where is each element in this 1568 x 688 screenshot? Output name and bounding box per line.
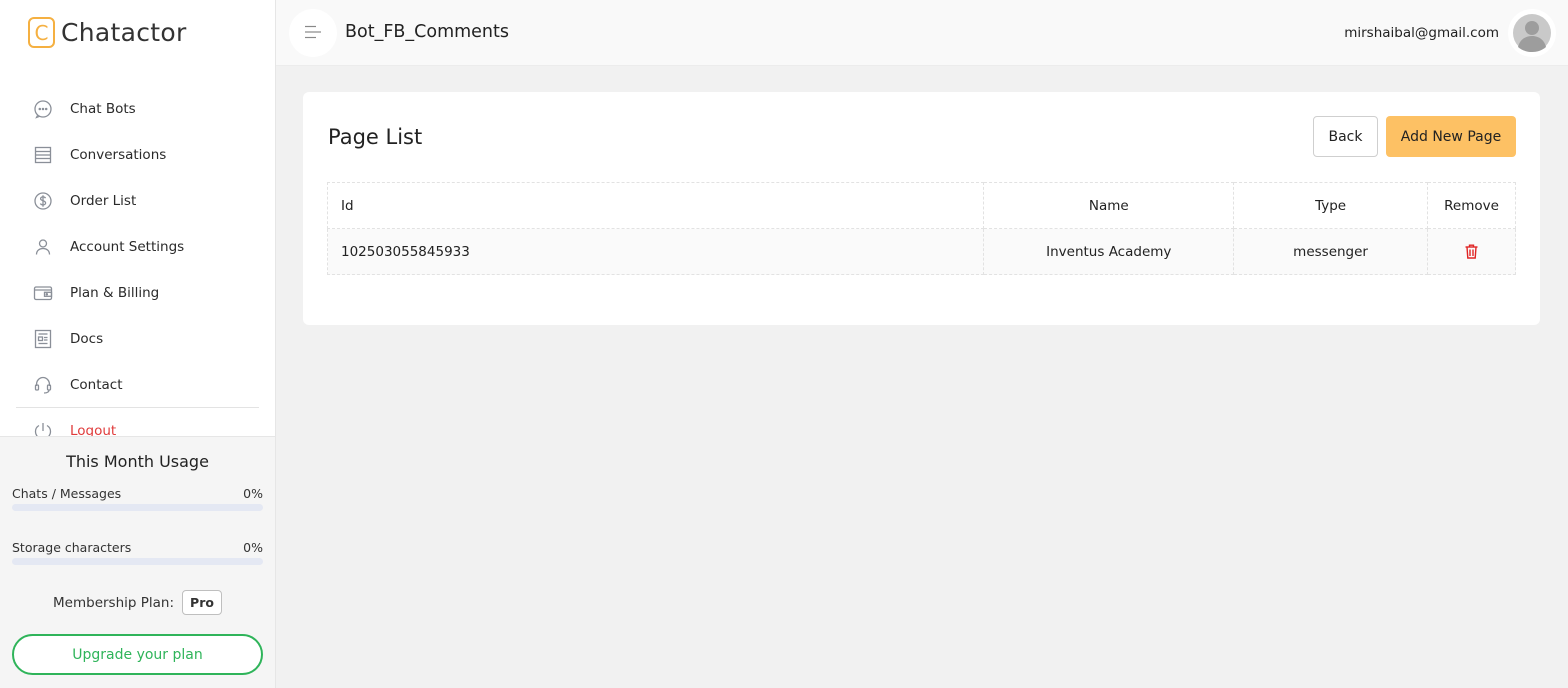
upgrade-plan-button[interactable]: Upgrade your plan <box>12 634 263 675</box>
usage-progress-bar <box>12 504 263 511</box>
avatar[interactable] <box>1508 9 1556 57</box>
document-icon <box>33 329 53 349</box>
sidebar-item-label: Chat Bots <box>70 101 136 117</box>
page-table: Id Name Type Remove 102503055845933 Inve… <box>326 182 1516 275</box>
avatar-icon <box>1513 14 1551 52</box>
back-button[interactable]: Back <box>1313 116 1378 157</box>
sidebar-item-label: Account Settings <box>70 239 185 255</box>
user-email: mirshaibal@gmail.com <box>1344 25 1499 41</box>
sidebar-item-label: Docs <box>70 331 104 347</box>
sidebar-item-order-list[interactable]: Order List <box>0 178 276 224</box>
sidebar-item-plan-billing[interactable]: Plan & Billing <box>0 270 276 316</box>
sidebar-item-label: Plan & Billing <box>70 285 160 301</box>
sidebar-item-chat-bots[interactable]: Chat Bots <box>0 86 276 132</box>
sidebar-item-label: Conversations <box>70 147 167 163</box>
cell-name: Inventus Academy <box>983 228 1235 275</box>
column-header-type: Type <box>1233 182 1429 229</box>
sidebar-nav: Chat Bots Conversations Order List Accou… <box>0 86 276 454</box>
column-header-name: Name <box>983 182 1235 229</box>
usage-label: Storage characters <box>12 540 132 555</box>
sidebar-divider <box>16 407 259 408</box>
logo-icon: C <box>28 17 55 48</box>
usage-label: Chats / Messages <box>12 486 122 501</box>
user-icon <box>33 237 53 257</box>
page-title: Bot_FB_Comments <box>345 22 510 42</box>
wallet-icon <box>33 283 53 303</box>
sidebar-item-label: Contact <box>70 377 123 393</box>
column-header-id: Id <box>326 182 985 229</box>
usage-panel: This Month Usage Chats / Messages 0% Sto… <box>0 436 275 688</box>
card-title: Page List <box>328 125 423 149</box>
membership-plan: Membership Plan: Pro <box>0 590 275 615</box>
chat-bubble-icon <box>33 99 53 119</box>
usage-progress-bar <box>12 558 263 565</box>
table-row: 102503055845933 Inventus Academy messeng… <box>326 228 1516 275</box>
menu-toggle-button[interactable] <box>289 9 337 57</box>
cell-id: 102503055845933 <box>326 228 985 275</box>
column-header-remove: Remove <box>1427 182 1516 229</box>
menu-icon <box>304 24 322 43</box>
plan-badge: Pro <box>182 590 222 615</box>
trash-icon[interactable] <box>1465 244 1478 259</box>
list-icon <box>33 145 53 165</box>
add-new-page-button[interactable]: Add New Page <box>1386 116 1516 157</box>
sidebar-item-account-settings[interactable]: Account Settings <box>0 224 276 270</box>
sidebar-item-docs[interactable]: Docs <box>0 316 276 362</box>
dollar-circle-icon <box>33 191 53 211</box>
app-name: Chatactor <box>61 18 187 47</box>
sidebar-item-contact[interactable]: Contact <box>0 362 276 408</box>
sidebar: C Chatactor Chat Bots Conversations Orde… <box>0 0 276 688</box>
usage-chats: Chats / Messages 0% <box>12 486 263 511</box>
usage-storage: Storage characters 0% <box>12 540 263 565</box>
cell-remove <box>1427 228 1516 275</box>
sidebar-item-conversations[interactable]: Conversations <box>0 132 276 178</box>
usage-percent: 0% <box>243 540 263 555</box>
page-list-card: Page List Back Add New Page Id Name Type… <box>303 92 1540 325</box>
top-header: Bot_FB_Comments mirshaibal@gmail.com <box>276 0 1568 66</box>
usage-title: This Month Usage <box>66 452 209 471</box>
app-logo[interactable]: C Chatactor <box>28 17 187 48</box>
sidebar-item-label: Order List <box>70 193 137 209</box>
cell-type: messenger <box>1233 228 1429 275</box>
headset-icon <box>33 375 53 395</box>
usage-percent: 0% <box>243 486 263 501</box>
table-header-row: Id Name Type Remove <box>326 182 1516 229</box>
plan-label: Membership Plan: <box>53 594 175 611</box>
